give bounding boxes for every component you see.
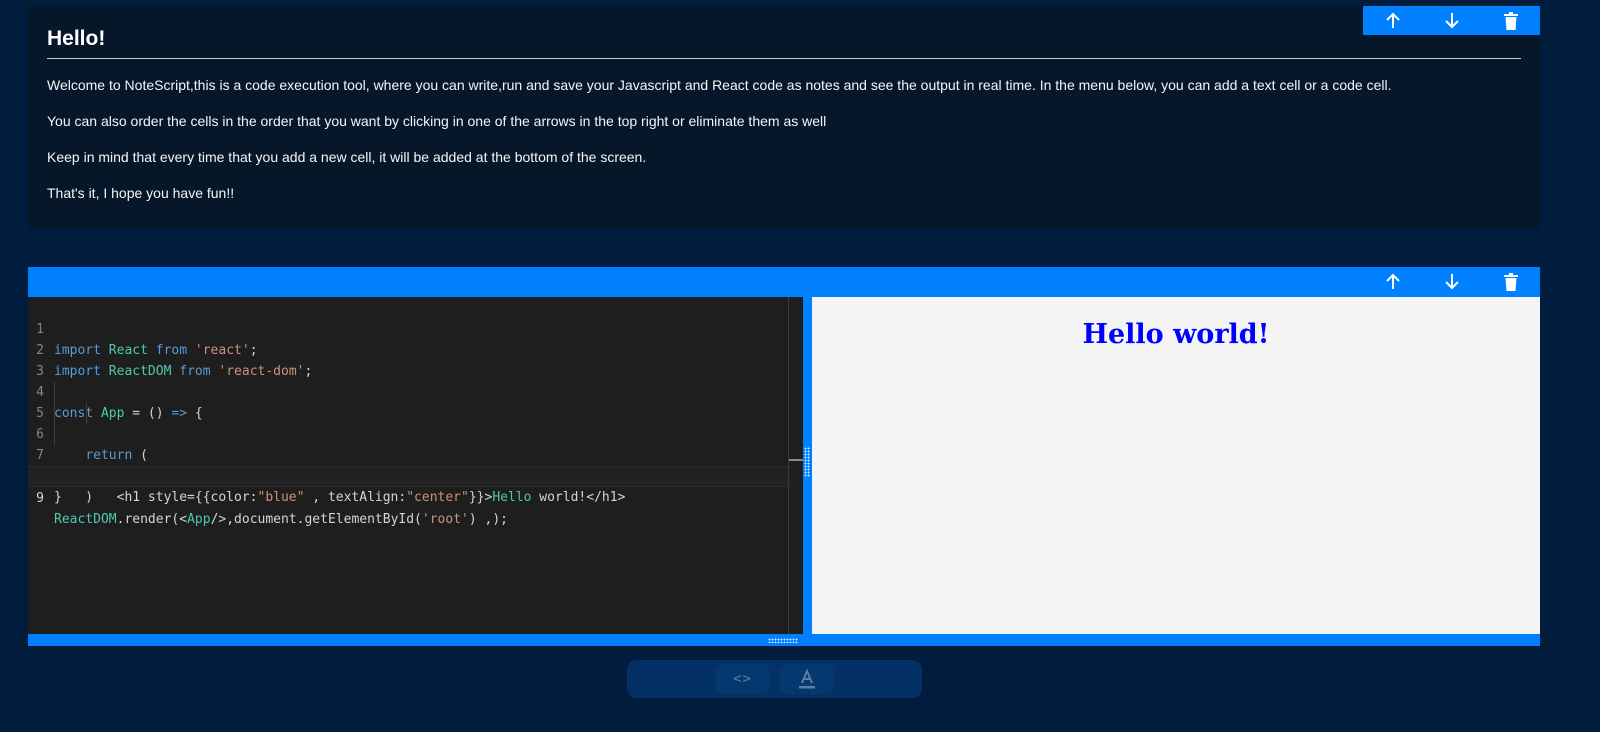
resize-grip-icon [804,447,810,477]
text-cell-title: Hello! [47,26,1521,59]
trash-icon [1503,272,1518,291]
code-text: ReactDOM.render(<App/>,document.getEleme… [54,512,508,527]
editor-scrollbar-cursor-marker [789,459,803,461]
text-cell[interactable]: Hello! Welcome to NoteScript,this is a c… [28,6,1540,228]
arrow-down-icon [1444,13,1459,29]
indent-guide [54,382,55,403]
code-line[interactable]: 1 import React from 'react'; [28,298,803,358]
code-line[interactable]: 2 import ReactDOM from 'react-dom'; [28,319,803,379]
delete-button[interactable] [1493,8,1529,34]
line-number: 9 [36,491,44,506]
move-down-button[interactable] [1434,269,1470,295]
code-line[interactable]: 8 } [28,445,803,505]
add-code-cell-button[interactable]: <> [715,664,770,694]
text-paragraph: Welcome to NoteScript,this is a code exe… [47,77,1392,93]
delete-button[interactable] [1493,269,1529,295]
text-paragraph: That's it, I hope you have fun!! [47,185,235,201]
text-cell-toolbar [1363,6,1540,35]
code-line[interactable]: 6 <h1 style={{color:"blue" , textAlign:"… [28,403,803,505]
code-cell-toolbar [1363,267,1540,296]
indent-guide [86,403,87,424]
vertical-resize-handle[interactable] [803,297,812,634]
code-cell-toolbar-bar [28,267,1540,297]
text-paragraph: You can also order the cells in the orde… [47,113,827,129]
text-paragraph: Keep in mind that every time that you ad… [47,149,647,165]
text-format-icon [798,669,815,689]
code-line[interactable]: 5 return ( [28,382,803,463]
code-text: <h1 style={{color:"blue" , textAlign:"ce… [54,490,626,505]
indent-guide [54,424,55,445]
arrow-up-icon [1385,12,1400,28]
code-brackets-icon: <> [733,671,752,687]
horizontal-resize-grip-icon[interactable] [768,638,798,643]
move-down-button[interactable] [1434,8,1470,34]
arrow-down-icon [1444,274,1459,290]
code-editor[interactable]: 1 import React from 'react'; 2 import Re… [28,297,803,634]
add-cell-bar: <> [627,660,922,698]
arrow-up-icon [1385,273,1400,289]
code-line-active[interactable]: 9 ReactDOM.render(<App/>,document.getEle… [28,466,791,527]
preview-heading: Hello world! [1082,319,1270,350]
code-cell: 1 import React from 'react'; 2 import Re… [28,267,1540,646]
output-preview[interactable]: Hello world! [812,297,1540,634]
move-up-button[interactable] [1375,8,1411,34]
editor-scrollbar[interactable] [788,297,789,634]
code-line[interactable]: 3 [28,340,803,379]
indent-guide [54,403,55,424]
code-line[interactable]: 7 ) [28,424,803,505]
text-cell-content[interactable]: Hello! Welcome to NoteScript,this is a c… [28,6,1540,202]
code-line[interactable]: 4 const App = () => { [28,361,803,421]
trash-icon [1503,11,1518,30]
move-up-button[interactable] [1375,269,1411,295]
add-text-cell-button[interactable] [779,664,834,694]
